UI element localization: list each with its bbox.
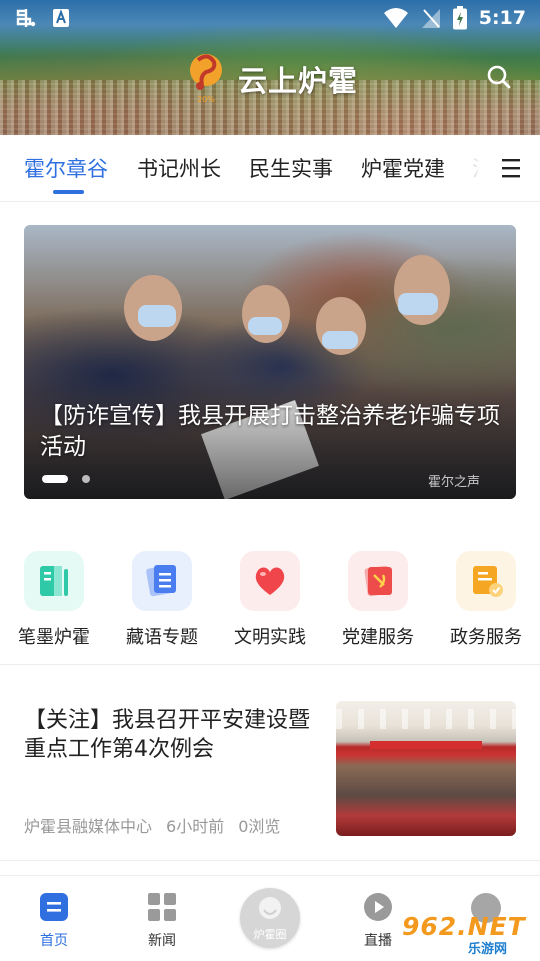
svg-text:20%: 20% xyxy=(197,95,215,104)
menu-icon xyxy=(502,159,520,178)
status-bar: 5:17 xyxy=(0,0,540,36)
app-title: 云上炉霍 xyxy=(238,64,359,98)
news-views: 0浏览 xyxy=(238,817,281,836)
quick-link-bimo-luhuo[interactable]: 笔墨炉霍 xyxy=(0,548,108,658)
quick-link-dangjian-fuwu-bg xyxy=(348,551,408,611)
nav-luhuoquan[interactable]: 炉霍圈 xyxy=(240,888,300,948)
quick-link-dangjian-fuwu[interactable]: 党建服务 xyxy=(324,548,432,658)
banner-photo-mask xyxy=(138,305,176,327)
app-header: 5:17 20% 云上炉霍 xyxy=(0,0,540,135)
nav-news[interactable]: 新闻 xyxy=(117,876,207,961)
app-notification-icon xyxy=(53,9,69,27)
nav-label: 炉霍圈 xyxy=(253,928,287,941)
party-flag-icon xyxy=(364,565,392,597)
quick-links: 笔墨炉霍 藏语专题 文明实践 党建服务 政务服务 xyxy=(0,548,540,658)
section-divider xyxy=(0,860,540,861)
tab-menu-button[interactable] xyxy=(488,148,532,188)
quick-link-wenming-shijian-bg xyxy=(240,551,300,611)
nav-label: 首页 xyxy=(40,933,68,949)
quick-link-zangyu-zhuanti-bg xyxy=(132,551,192,611)
book-icon xyxy=(40,566,68,596)
banner-photo-mask xyxy=(322,331,358,349)
heart-icon xyxy=(255,567,285,595)
banner-watermark: 霍尔之声 xyxy=(428,475,481,490)
hero-banner[interactable]: 【防诈宣传】我县开展打击整治养老诈骗专项活动 霍尔之声 xyxy=(24,225,516,499)
tab-luhuo-dangjian[interactable]: 炉霍党建 xyxy=(361,153,445,183)
quick-link-zhengwu-fuwu[interactable]: 政务服务 xyxy=(432,548,540,658)
news-source: 炉霍县融媒体中心 xyxy=(24,817,153,836)
site-watermark: 962.NET 乐游网 xyxy=(402,910,534,957)
app-logo-icon: 20% xyxy=(190,54,222,104)
site-watermark-brand: 962.NET xyxy=(402,912,526,941)
tabs-fade xyxy=(440,135,488,201)
thumbnail-stage-banner xyxy=(370,741,482,749)
bug-notification-icon xyxy=(16,9,36,27)
news-meta: 炉霍县融媒体中心 6小时前 0浏览 xyxy=(24,813,280,837)
home-icon xyxy=(40,893,68,921)
carousel-dots xyxy=(42,475,90,483)
quick-link-label: 文明实践 xyxy=(234,627,306,648)
quick-link-wenming-shijian[interactable]: 文明实践 xyxy=(216,548,324,658)
service-icon xyxy=(473,566,503,597)
tab-shuji-zhouzhang[interactable]: 书记州长 xyxy=(137,153,221,183)
banner-photo-mask xyxy=(248,317,282,335)
banner-title[interactable]: 【防诈宣传】我县开展打击整治养老诈骗专项活动 xyxy=(40,401,506,463)
quick-link-zangyu-zhuanti[interactable]: 藏语专题 xyxy=(108,548,216,658)
play-icon xyxy=(364,893,392,921)
no-signal-icon xyxy=(421,9,440,28)
news-list-item[interactable]: 【关注】我县召开平安建设暨重点工作第4次例会 炉霍县融媒体中心 6小时前 0浏览 xyxy=(0,664,540,860)
quick-link-label: 藏语专题 xyxy=(126,627,198,648)
tab-minsheng-shishi[interactable]: 民生实事 xyxy=(249,153,333,183)
tab-huoerzhanggu[interactable]: 霍尔章谷 xyxy=(24,153,108,183)
quick-link-label: 政务服务 xyxy=(450,627,522,648)
wifi-icon xyxy=(383,8,408,28)
nav-home[interactable]: 首页 xyxy=(9,876,99,961)
news-title[interactable]: 【关注】我县召开平安建设暨重点工作第4次例会 xyxy=(24,706,320,764)
nav-label: 新闻 xyxy=(148,933,176,949)
grid-icon xyxy=(148,893,176,921)
active-tab-indicator xyxy=(53,190,84,194)
category-tabs: 霍尔章谷 书记州长 民生实事 炉霍党建 法 xyxy=(0,135,540,202)
quick-link-label: 笔墨炉霍 xyxy=(18,627,90,648)
search-icon[interactable] xyxy=(484,62,514,92)
carousel-dot[interactable] xyxy=(82,475,90,483)
banner-photo-mask xyxy=(398,293,438,315)
app-title-row: 20% 云上炉霍 xyxy=(0,48,540,108)
news-thumbnail[interactable] xyxy=(336,701,516,836)
quick-link-bimo-luhuo-bg xyxy=(24,551,84,611)
battery-charging-icon xyxy=(452,6,467,30)
clock: 5:17 xyxy=(478,7,526,29)
carousel-dot-active[interactable] xyxy=(42,475,68,483)
news-time: 6小时前 xyxy=(166,817,225,836)
quick-link-label: 党建服务 xyxy=(342,627,414,648)
quick-link-zhengwu-fuwu-bg xyxy=(456,551,516,611)
document-icon xyxy=(146,565,176,597)
thumbnail-ceiling-lights xyxy=(336,709,516,729)
site-watermark-sub: 乐游网 xyxy=(468,942,508,957)
